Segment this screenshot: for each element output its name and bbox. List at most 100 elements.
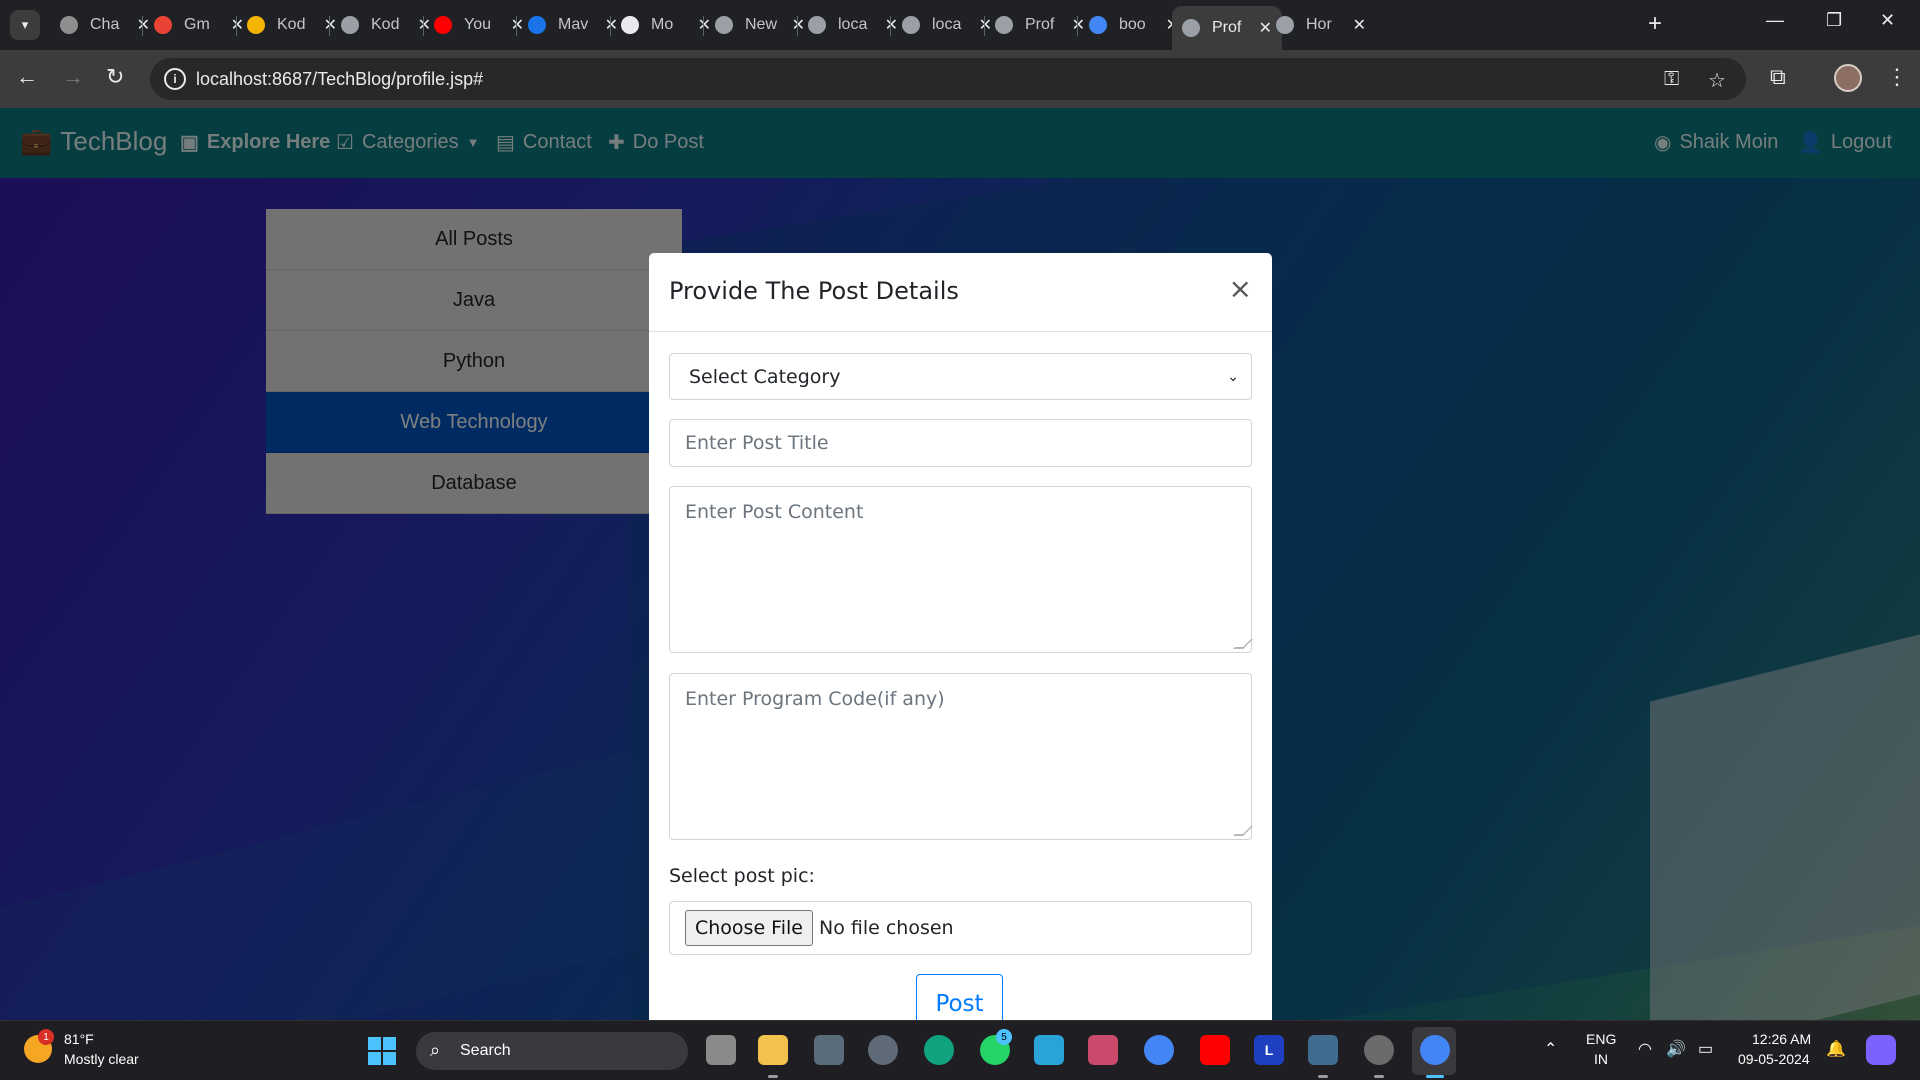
snipping-tool-icon[interactable] <box>1088 1035 1118 1065</box>
post-submit-button[interactable]: Post <box>916 974 1003 1020</box>
google-icon <box>1089 16 1107 34</box>
tab-title: Kod <box>371 16 400 33</box>
youtube-app-icon[interactable] <box>1200 1035 1230 1065</box>
taskbar-search-label: Search <box>460 1042 511 1059</box>
menu-kebab-icon[interactable]: ⋮ <box>1886 64 1908 90</box>
file-explorer-icon[interactable] <box>758 1035 788 1065</box>
tab-title: Cha <box>90 16 120 33</box>
browser-tab-bar: ▾ Cha ✕ Gm ✕ Kod ✕ Kod ✕ You ✕ Mav ✕ Mo ✕ New ✕ loca ✕ loc… <box>0 0 1920 50</box>
taskbar-search-box[interactable]: ⌕ Search <box>416 1032 688 1070</box>
settings-gear-icon[interactable] <box>868 1035 898 1065</box>
calculator-icon[interactable] <box>814 1035 844 1065</box>
forward-icon[interactable]: → <box>62 64 84 90</box>
chrome-active-icon[interactable] <box>1420 1035 1450 1065</box>
globe-icon <box>995 16 1013 34</box>
language-region[interactable]: IN <box>1594 1051 1608 1067</box>
running-indicator <box>1374 1075 1384 1078</box>
gmail-icon <box>154 16 172 34</box>
tab-title: Prof <box>1025 16 1055 33</box>
windows-start-icon[interactable] <box>368 1037 396 1065</box>
github-icon <box>621 16 639 34</box>
youtube-icon <box>434 16 452 34</box>
tab-title: Mav <box>558 16 589 33</box>
maven-icon <box>528 16 546 34</box>
close-window-icon[interactable]: ✕ <box>1880 10 1895 31</box>
tab-separator <box>703 16 704 36</box>
battery-icon[interactable]: ▭ <box>1698 1039 1713 1059</box>
minimize-icon[interactable]: — <box>1766 10 1784 31</box>
tab-title: boo <box>1119 16 1146 33</box>
weather-badge: 1 <box>38 1029 54 1045</box>
resize-handle[interactable] <box>1233 639 1253 649</box>
extensions-icon[interactable]: ⧉ <box>1770 64 1786 90</box>
clock-date[interactable]: 09-05-2024 <box>1738 1051 1810 1067</box>
globe-icon <box>1276 16 1294 34</box>
post-details-modal: Provide The Post Details × Select Catego… <box>649 253 1272 1020</box>
tab-separator <box>1077 16 1078 36</box>
eclipse-ide-icon[interactable] <box>1364 1035 1394 1065</box>
running-indicator <box>1426 1075 1444 1078</box>
choose-file-button[interactable]: Choose File <box>685 910 813 946</box>
clock-time[interactable]: 12:26 AM <box>1752 1031 1811 1047</box>
restore-icon[interactable]: ❐ <box>1826 10 1842 31</box>
tab-separator <box>516 16 517 36</box>
browser-toolbar: ← → ↻ i localhost:8687/TechBlog/profile.… <box>0 50 1920 108</box>
post-title-input[interactable]: Enter Post Title <box>669 419 1252 467</box>
show-hidden-icons-chevron[interactable]: ⌃ <box>1544 1039 1557 1059</box>
url-text[interactable]: localhost:8687/TechBlog/profile.jsp# <box>196 69 483 90</box>
volume-icon[interactable]: 🔊 <box>1666 1039 1686 1059</box>
post-pic-label: Select post pic: <box>669 865 815 887</box>
copilot-icon[interactable] <box>1866 1035 1896 1065</box>
back-icon[interactable]: ← <box>16 64 38 90</box>
globe-icon <box>808 16 826 34</box>
tab-search-icon[interactable]: ▾ <box>10 10 40 40</box>
file-status-text: No file chosen <box>818 917 954 939</box>
task-view-icon[interactable] <box>706 1035 736 1065</box>
tab-separator <box>890 16 891 36</box>
category-select-value: Select Category <box>689 365 841 388</box>
category-select[interactable]: Select Category ⌄ <box>669 353 1252 400</box>
chatgpt-icon <box>60 16 78 34</box>
windows-taskbar: 1 81°F Mostly clear ⌕ Search 5 L ⌃ ENG I… <box>0 1020 1920 1080</box>
close-icon[interactable]: × <box>1229 275 1252 303</box>
tab-separator <box>329 16 330 36</box>
profile-avatar[interactable] <box>1834 64 1862 92</box>
post-content-textarea[interactable]: Enter Post Content <box>669 486 1253 653</box>
weather-temperature[interactable]: 81°F <box>64 1031 94 1047</box>
chevron-down-icon: ⌄ <box>1227 368 1239 385</box>
modal-header: Provide The Post Details × <box>649 253 1272 332</box>
password-key-icon[interactable]: ⚿ <box>1664 68 1679 91</box>
running-indicator <box>1318 1075 1328 1078</box>
tab-title: You <box>464 16 491 33</box>
resize-handle[interactable] <box>1233 826 1253 836</box>
tab-separator <box>142 16 143 36</box>
tab-close-icon[interactable]: ✕ <box>1353 15 1366 35</box>
new-tab-button[interactable]: + <box>1648 12 1662 36</box>
browser-tab[interactable]: Hor ✕ <box>1266 8 1376 42</box>
wifi-icon[interactable]: ◠ <box>1638 1039 1652 1059</box>
tab-title: New <box>745 16 778 33</box>
tab-title: Kod <box>277 16 306 33</box>
notepad-icon[interactable] <box>1034 1035 1064 1065</box>
tab-title: loca <box>932 16 962 33</box>
whatsapp-badge: 5 <box>996 1029 1012 1045</box>
running-indicator <box>768 1075 778 1078</box>
modal-title: Provide The Post Details <box>669 277 959 305</box>
bookmark-star-icon[interactable]: ☆ <box>1708 68 1726 93</box>
site-info-icon[interactable]: i <box>164 68 186 90</box>
chrome-app-icon[interactable] <box>1144 1035 1174 1065</box>
reload-icon[interactable]: ↻ <box>106 64 124 90</box>
language-indicator[interactable]: ENG <box>1586 1031 1616 1047</box>
address-bar[interactable]: i localhost:8687/TechBlog/profile.jsp# ⚿… <box>150 58 1746 100</box>
tab-title: Mo <box>651 16 674 33</box>
tab-title: Prof <box>1212 19 1242 36</box>
post-content-placeholder: Enter Post Content <box>685 501 864 523</box>
weather-description[interactable]: Mostly clear <box>64 1051 139 1067</box>
globe-icon <box>341 16 359 34</box>
post-pic-file-input[interactable]: Choose File No file chosen <box>669 901 1252 955</box>
mysql-workbench-icon[interactable] <box>1308 1035 1338 1065</box>
program-code-textarea[interactable]: Enter Program Code(if any) <box>669 673 1253 840</box>
chatgpt-app-icon[interactable] <box>924 1035 954 1065</box>
notification-bell-icon[interactable]: 🔔 <box>1826 1039 1846 1059</box>
l-app-icon[interactable]: L <box>1254 1035 1284 1065</box>
